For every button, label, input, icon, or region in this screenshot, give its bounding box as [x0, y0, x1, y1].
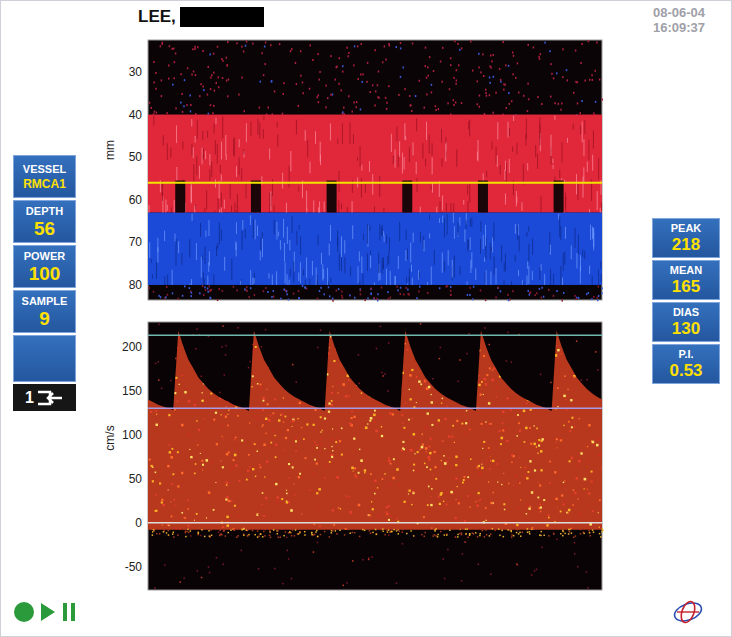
measurement-item: PEAK218 [652, 218, 720, 258]
footer [1, 592, 731, 636]
svg-text:60: 60 [129, 193, 143, 207]
setting-value: RMCA1 [23, 176, 66, 192]
setting-label: VESSEL [23, 162, 66, 176]
peak-line [148, 334, 602, 336]
date: 08-06-04 [653, 5, 705, 20]
measurement-label: P.I. [678, 347, 693, 361]
m-mode-noise [148, 40, 603, 301]
spectrum-envelope [148, 331, 602, 530]
away-from-probe-band [148, 213, 602, 285]
patient-name: LEE, [138, 5, 264, 27]
systolic-gap [402, 181, 412, 213]
diastolic-line [148, 407, 602, 409]
systolic-gap [478, 181, 488, 213]
svg-text:200: 200 [122, 340, 142, 354]
time: 16:09:37 [653, 20, 705, 35]
measurement-value: 130 [672, 319, 700, 339]
band-texture [149, 115, 602, 285]
measurement-label: MEAN [670, 263, 702, 277]
toward-probe-band [148, 115, 602, 213]
charts: 30 40 50 60 70 80 mm 200 150 100 50 0 -50 cm/s [90, 38, 610, 592]
measurement-item: P.I.0.53 [652, 344, 720, 384]
redaction-box [180, 7, 264, 27]
setting-value: 9 [39, 308, 50, 330]
header: LEE, 08-06-0416:09:37 [1, 1, 731, 38]
baseline [148, 522, 602, 524]
svg-text:80: 80 [129, 278, 143, 292]
svg-text:0: 0 [135, 516, 142, 530]
spectrum-axis-title: cm/s [103, 425, 117, 450]
playback-controls [13, 601, 77, 623]
measurement-value: 165 [672, 277, 700, 297]
gate-line[interactable] [148, 182, 602, 184]
svg-text:100: 100 [122, 428, 142, 442]
measurements-column: PEAK218MEAN165DIAS130P.I.0.53 [610, 38, 731, 592]
svg-text:50: 50 [129, 472, 143, 486]
measurements-panel: PEAK218MEAN165DIAS130P.I.0.53 [652, 218, 720, 384]
pause-button-icon[interactable] [61, 601, 77, 623]
svg-text:30: 30 [129, 65, 143, 79]
probe-number: 1 [25, 389, 34, 407]
systolic-gap [327, 181, 337, 213]
svg-text:50: 50 [129, 150, 143, 164]
m-mode-chart: 30 40 50 60 70 80 mm [90, 38, 610, 302]
doppler-screen: LEE,08-06-0416:09:37VESSELRMCA1DEPTH56PO… [0, 0, 732, 637]
vendor-logo-icon [671, 599, 705, 625]
measurement-label: DIAS [673, 305, 699, 319]
setting-item: DEPTH56 [13, 200, 76, 243]
setting-value: 100 [29, 263, 61, 285]
settings-panel: VESSELRMCA1DEPTH56POWER100SAMPLE91 [13, 155, 76, 411]
m-mode-axis-title: mm [103, 140, 117, 160]
systolic-gap [251, 181, 261, 213]
setting-item: POWER100 [13, 245, 76, 288]
measurement-item: DIAS130 [652, 302, 720, 342]
measurement-value: 0.53 [669, 361, 702, 381]
setting-label: POWER [24, 249, 66, 263]
record-button-icon[interactable] [13, 601, 35, 623]
spectrum-speckle [148, 324, 604, 534]
patient-name-text: LEE, [138, 7, 176, 27]
systolic-gap [175, 181, 185, 213]
setting-item: SAMPLE9 [13, 290, 76, 333]
baseline-noise [152, 528, 604, 538]
m-mode-plot-area [148, 40, 602, 300]
measurement-label: PEAK [671, 221, 702, 235]
timestamp: 08-06-0416:09:37 [653, 5, 705, 35]
probe-icon [36, 389, 64, 407]
setting-item: VESSELRMCA1 [13, 155, 76, 198]
spectrum-axis: 200 150 100 50 0 -50 cm/s [103, 340, 142, 574]
setting-value: 56 [34, 218, 55, 240]
play-button-icon[interactable] [39, 601, 57, 623]
svg-text:-50: -50 [125, 560, 143, 574]
empty-setting-box [13, 335, 76, 382]
settings-column: VESSELRMCA1DEPTH56POWER100SAMPLE91 [1, 38, 90, 592]
spectrum-chart: 200 150 100 50 0 -50 cm/s [90, 318, 610, 592]
svg-text:70: 70 [129, 235, 143, 249]
measurement-value: 218 [672, 235, 700, 255]
systolic-gap [554, 181, 564, 213]
spectrum-plot-area [148, 322, 602, 590]
main: VESSELRMCA1DEPTH56POWER100SAMPLE91304050… [1, 38, 731, 592]
setting-label: DEPTH [26, 204, 63, 218]
measurement-item: MEAN165 [652, 260, 720, 300]
probe-indicator: 1 [13, 384, 76, 411]
svg-text:150: 150 [122, 384, 142, 398]
setting-label: SAMPLE [22, 294, 68, 308]
svg-text:40: 40 [129, 108, 143, 122]
m-mode-axis: 30 40 50 60 70 80 mm [103, 65, 142, 292]
